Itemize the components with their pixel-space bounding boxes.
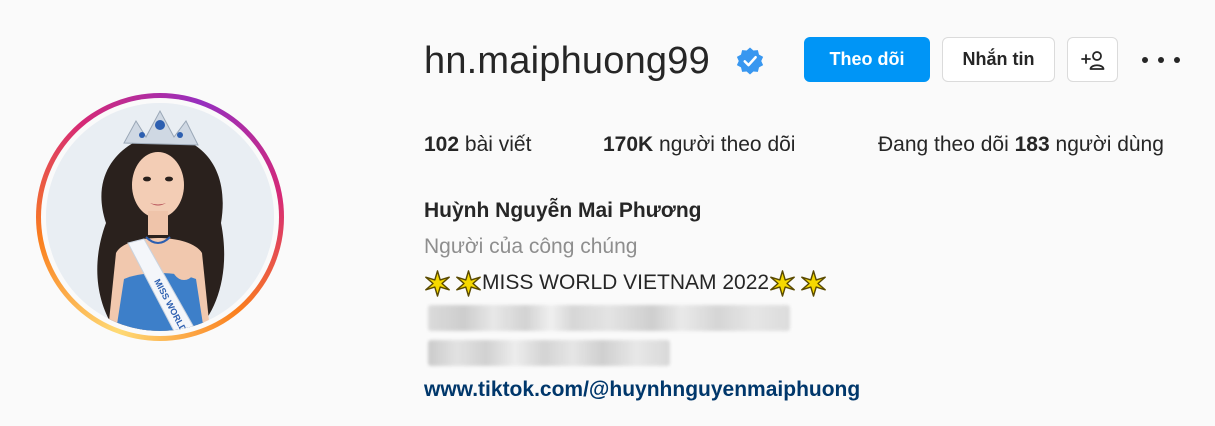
verified-badge-icon (736, 47, 764, 75)
tagline-text: MISS WORLD VIETNAM 2022 (482, 271, 770, 294)
blurred-bio-line (428, 340, 670, 366)
dot (1142, 57, 1148, 63)
followers-stat[interactable]: 170K người theo dõi (603, 132, 795, 158)
bio-link[interactable]: www.tiktok.com/@huynhnguyenmaiphuong (424, 377, 860, 403)
followers-label: người theo dõi (659, 133, 796, 156)
followers-count: 170K (603, 133, 654, 156)
sparkle-star-icon (770, 269, 795, 297)
follow-button[interactable]: Theo dõi (804, 37, 930, 82)
sparkle-star-icon (801, 269, 826, 297)
sparkle-star-icon (425, 269, 450, 297)
message-button[interactable]: Nhắn tin (942, 37, 1055, 82)
following-count: 183 (1014, 133, 1050, 156)
dot (1158, 57, 1164, 63)
add-person-icon (1080, 50, 1104, 70)
more-options-icon[interactable] (1142, 48, 1180, 72)
suggested-accounts-button[interactable] (1067, 37, 1118, 82)
avatar[interactable]: MISS WORLD (46, 103, 274, 331)
full-name: Huỳnh Nguyễn Mai Phương (424, 199, 702, 222)
following-prefix: Đang theo dõi (878, 133, 1009, 156)
posts-count: 102 (424, 133, 460, 156)
username: hn.maiphuong99 (424, 40, 710, 82)
dot (1174, 57, 1180, 63)
blurred-bio-line (428, 305, 790, 331)
following-stat[interactable]: Đang theo dõi 183 người dùng (878, 132, 1164, 158)
bio-tagline: MISS WORLD VIETNAM 2022 (424, 269, 827, 297)
posts-stat: 102 bài viết (424, 132, 531, 158)
profile-category: Người của công chúng (424, 235, 638, 258)
profile-photo: MISS WORLD (46, 103, 274, 331)
posts-label: bài viết (464, 133, 532, 156)
following-suffix: người dùng (1055, 133, 1164, 156)
story-ring[interactable]: MISS WORLD (36, 93, 284, 341)
sparkle-star-icon (456, 269, 481, 297)
